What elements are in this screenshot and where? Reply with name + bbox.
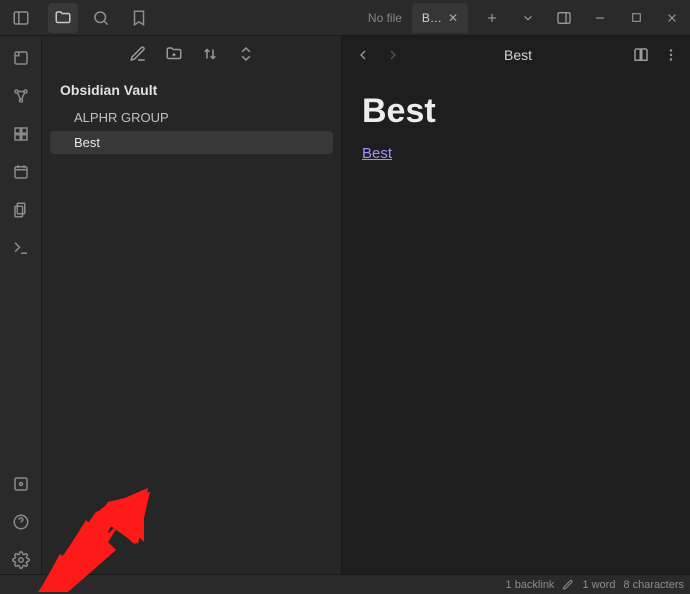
reading-view-icon[interactable]: [632, 46, 650, 64]
editor-body[interactable]: Best Best: [342, 74, 690, 181]
editor: Best Best Best: [342, 36, 690, 574]
search-toolbar-icon[interactable]: [86, 3, 116, 33]
vault-name[interactable]: Obsidian Vault: [42, 72, 341, 102]
sort-icon[interactable]: [201, 45, 219, 63]
more-options-icon[interactable]: [662, 46, 680, 64]
left-sidebar-toggle-icon[interactable]: [8, 5, 34, 31]
breadcrumb[interactable]: Best: [412, 47, 624, 63]
close-icon[interactable]: ✕: [448, 11, 458, 25]
collapse-icon[interactable]: [237, 45, 255, 63]
templates-icon[interactable]: [7, 196, 35, 224]
tab-no-file[interactable]: No file: [358, 3, 412, 33]
new-note-icon[interactable]: [129, 45, 147, 63]
note-title: Best: [362, 92, 670, 131]
window-minimize-icon[interactable]: [582, 2, 618, 34]
bookmark-toolbar-icon[interactable]: [124, 3, 154, 33]
nav-back-icon[interactable]: [352, 44, 374, 66]
folder-toolbar-icon[interactable]: [48, 3, 78, 33]
nav-forward-icon[interactable]: [382, 44, 404, 66]
help-icon[interactable]: [7, 508, 35, 536]
tree-folder[interactable]: ALPHR GROUP: [50, 106, 333, 129]
ribbon: [0, 36, 42, 574]
tab-label: No file: [368, 11, 402, 25]
tree-file[interactable]: Best: [50, 131, 333, 154]
command-palette-icon[interactable]: [7, 234, 35, 262]
tab-best[interactable]: B… ✕: [412, 3, 468, 33]
tree-item-label: Best: [74, 135, 100, 150]
new-folder-icon[interactable]: [165, 45, 183, 63]
quick-switcher-icon[interactable]: [7, 44, 35, 72]
right-sidebar-toggle-icon[interactable]: [546, 2, 582, 34]
vault-icon[interactable]: [7, 470, 35, 498]
settings-icon[interactable]: [7, 546, 35, 574]
daily-note-icon[interactable]: [7, 158, 35, 186]
tab-dropdown-icon[interactable]: [510, 2, 546, 34]
window-maximize-icon[interactable]: [618, 2, 654, 34]
new-tab-icon[interactable]: [474, 2, 510, 34]
canvas-icon[interactable]: [7, 120, 35, 148]
tree-item-label: ALPHR GROUP: [74, 110, 169, 125]
tab-label: B…: [422, 11, 442, 25]
statusbar: 1 backlink 1 word 8 characters: [0, 574, 690, 594]
status-characters[interactable]: 8 characters: [623, 579, 684, 591]
status-words[interactable]: 1 word: [582, 579, 615, 591]
file-explorer: Obsidian Vault ALPHR GROUP Best: [42, 36, 342, 574]
window-close-icon[interactable]: [654, 2, 690, 34]
titlebar: No file B… ✕: [0, 0, 690, 36]
graph-view-icon[interactable]: [7, 82, 35, 110]
internal-link[interactable]: Best: [362, 145, 392, 162]
status-backlinks[interactable]: 1 backlink: [506, 579, 555, 591]
status-edit-mode-icon[interactable]: [562, 579, 574, 591]
